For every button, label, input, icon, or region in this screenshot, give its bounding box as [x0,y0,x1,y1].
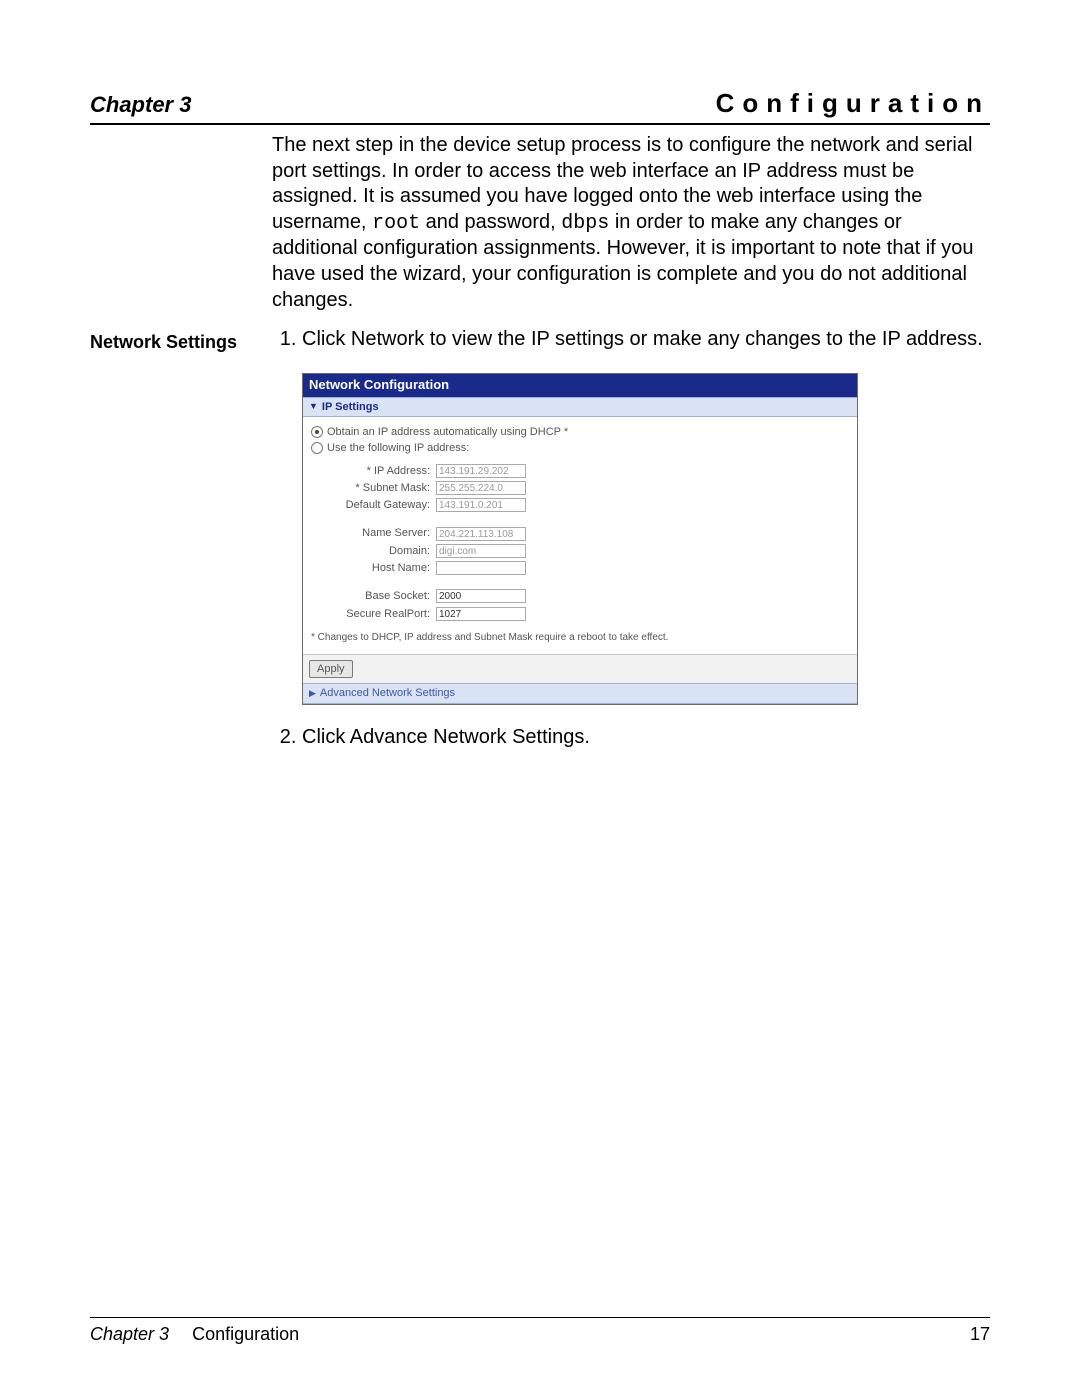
radio-static-label: Use the following IP address: [327,441,469,455]
network-config-panel: Network Configuration ▼ IP Settings Obta… [302,373,858,705]
footer-page-number: 17 [970,1324,990,1345]
advanced-network-settings-header[interactable]: ▶ Advanced Network Settings [303,683,857,703]
radio-static[interactable] [311,442,323,454]
label-secure-realport: Secure RealPort: [311,607,436,621]
page-header: Chapter 3 Configuration [90,88,990,125]
label-domain: Domain: [311,544,436,558]
username-root: root [372,212,420,235]
step-1-text: Click Network to view the IP settings or… [302,328,983,350]
step-2-text: Click Advance Network Settings. [302,726,590,748]
reboot-footnote: * Changes to DHCP, IP address and Subnet… [311,631,849,644]
apply-button[interactable]: Apply [309,660,353,678]
password-dbps: dbps [561,212,609,235]
label-name-server: Name Server: [311,526,436,540]
radio-dhcp-label: Obtain an IP address automatically using… [327,425,568,439]
step-2: Click Advance Network Settings. [302,725,990,751]
input-ip-address[interactable]: 143.191.29.202 [436,464,526,478]
radio-dhcp[interactable] [311,426,323,438]
intro-paragraph: The next step in the device setup proces… [272,133,990,313]
ip-fields-grid: * IP Address: 143.191.29.202 * Subnet Ma… [311,464,849,621]
radio-static-row[interactable]: Use the following IP address: [311,441,849,455]
label-subnet-mask: * Subnet Mask: [311,481,436,495]
page-footer: Chapter 3 Configuration 17 [90,1317,990,1345]
panel-title: Network Configuration [303,374,857,397]
caret-down-icon: ▼ [309,401,318,413]
label-default-gateway: Default Gateway: [311,498,436,512]
steps-list: Click Network to view the IP settings or… [272,327,990,750]
label-host-name: Host Name: [311,561,436,575]
input-host-name[interactable] [436,561,526,575]
input-default-gateway[interactable]: 143.191.0.201 [436,498,526,512]
label-base-socket: Base Socket: [311,589,436,603]
section-heading-network-settings: Network Settings [90,327,260,764]
intro-text-2: and password, [420,211,561,233]
label-ip-address: * IP Address: [311,464,436,478]
input-subnet-mask[interactable]: 255.255.224.0 [436,481,526,495]
chapter-label: Chapter 3 [90,92,191,118]
footer-chapter: Chapter 3 [90,1324,169,1344]
panel-footer: Apply [303,654,857,683]
ip-settings-section-header[interactable]: ▼ IP Settings [303,397,857,417]
input-domain[interactable]: digi.com [436,544,526,558]
ip-settings-label: IP Settings [322,400,379,414]
footer-section: Configuration [192,1324,299,1344]
input-name-server[interactable]: 204.221.113.108 [436,527,526,541]
caret-right-icon: ▶ [309,688,316,700]
ip-settings-body: Obtain an IP address automatically using… [303,417,857,654]
radio-dhcp-row[interactable]: Obtain an IP address automatically using… [311,425,849,439]
input-secure-realport[interactable]: 1027 [436,607,526,621]
input-base-socket[interactable]: 2000 [436,589,526,603]
advanced-network-settings-label: Advanced Network Settings [320,686,455,700]
step-1: Click Network to view the IP settings or… [302,327,990,704]
page-title: Configuration [716,88,990,119]
